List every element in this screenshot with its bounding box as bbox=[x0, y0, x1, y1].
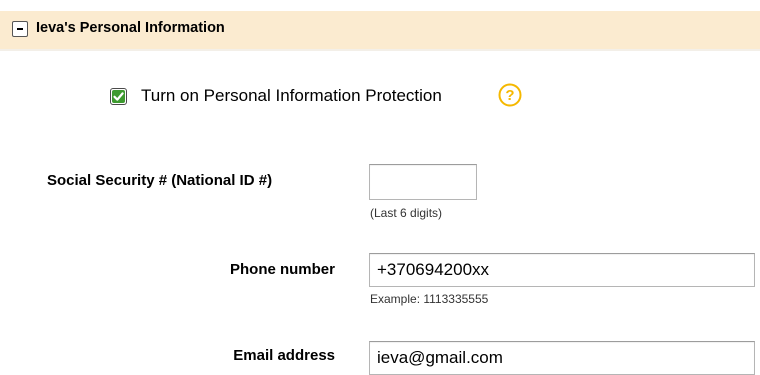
ssn-input[interactable] bbox=[369, 164, 477, 200]
section-header: Ieva's Personal Information bbox=[0, 11, 760, 49]
checkmark-icon bbox=[112, 90, 125, 103]
question-mark-icon[interactable]: ? bbox=[498, 83, 522, 107]
svg-text:?: ? bbox=[505, 87, 514, 104]
minus-icon bbox=[17, 28, 23, 30]
protection-checkbox[interactable] bbox=[110, 88, 127, 105]
protection-label: Turn on Personal Information Protection bbox=[141, 86, 442, 105]
phone-input[interactable] bbox=[369, 253, 755, 287]
ssn-label: Social Security # (National ID #) bbox=[47, 172, 273, 189]
phone-label: Phone number bbox=[229, 261, 335, 278]
section-title: Ieva's Personal Information bbox=[36, 20, 225, 36]
email-input[interactable] bbox=[369, 341, 755, 375]
ssn-hint: (Last 6 digits) bbox=[370, 206, 443, 220]
collapse-button[interactable] bbox=[12, 21, 28, 37]
phone-hint: Example: 1113335555 bbox=[370, 292, 489, 306]
email-label: Email address bbox=[233, 347, 335, 364]
